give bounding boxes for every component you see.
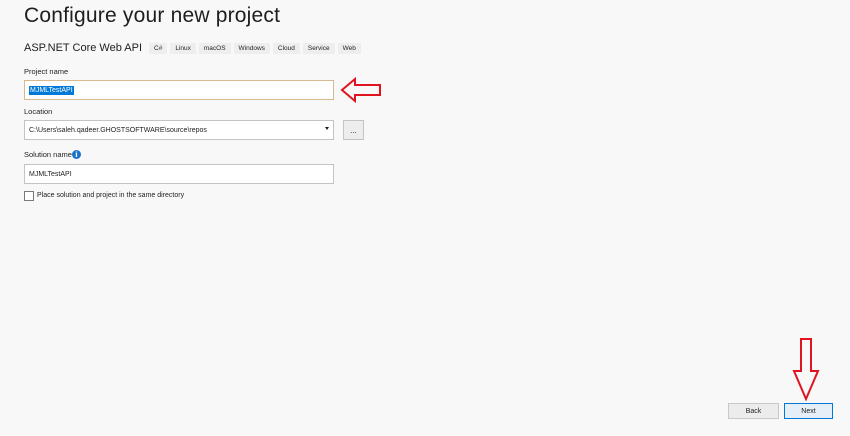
tag-web: Web [337, 42, 361, 54]
project-name-value: MJMLTestAPI [29, 85, 74, 95]
solution-name-input[interactable]: MJMLTestAPI [24, 164, 334, 184]
same-directory-label: Place solution and project in the same d… [37, 192, 185, 199]
project-name-input[interactable]: MJMLTestAPI [24, 80, 334, 100]
tag-service: Service [302, 42, 335, 54]
annotation-arrow-down-icon [792, 338, 820, 401]
next-button[interactable]: Next [784, 403, 833, 419]
location-label: Location [24, 107, 53, 116]
page-title: Configure your new project [24, 4, 281, 27]
project-name-label: Project name [24, 67, 69, 76]
info-icon[interactable]: i [72, 150, 81, 159]
tag-linux: Linux [170, 42, 196, 54]
solution-name-value: MJMLTestAPI [29, 170, 72, 178]
location-value: C:\Users\saleh.qadeer.GHOSTSOFTWARE\sour… [29, 126, 207, 134]
chevron-down-icon [325, 127, 329, 130]
location-select[interactable]: C:\Users\saleh.qadeer.GHOSTSOFTWARE\sour… [24, 120, 334, 140]
template-name: ASP.NET Core Web API [24, 42, 143, 54]
solution-name-label: Solution name [24, 150, 72, 159]
tag-windows: Windows [233, 42, 270, 54]
back-button[interactable]: Back [728, 403, 779, 419]
template-info: ASP.NET Core Web API C# Linux macOS Wind… [24, 42, 364, 54]
browse-button[interactable]: ... [343, 120, 364, 140]
tag-macos: macOS [198, 42, 231, 54]
annotation-arrow-left-icon [340, 77, 381, 103]
same-directory-checkbox[interactable] [24, 191, 34, 201]
tag-csharp: C# [149, 42, 168, 54]
tag-cloud: Cloud [272, 42, 300, 54]
